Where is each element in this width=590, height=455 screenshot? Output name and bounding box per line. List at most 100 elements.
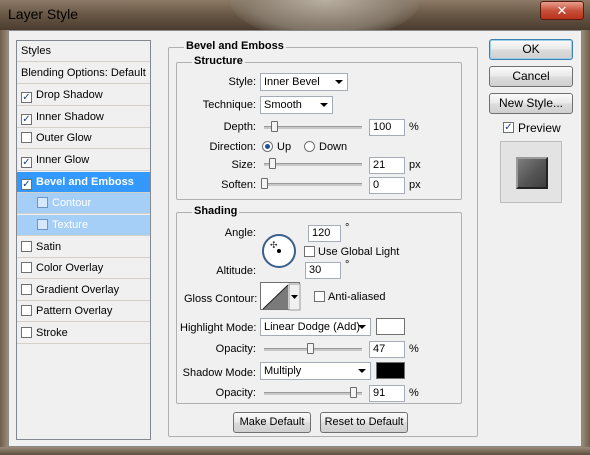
blending-options-item[interactable]: Blending Options: Default <box>17 63 150 84</box>
window-title: Layer Style <box>8 6 79 22</box>
style-item-label: Texture <box>52 219 89 231</box>
close-button[interactable]: ✕ <box>540 1 584 20</box>
use-global-light-label: Use Global Light <box>318 246 400 258</box>
outer-glow-checkbox[interactable] <box>21 132 32 143</box>
style-item-inner-shadow[interactable]: ✓ Inner Shadow <box>17 107 150 128</box>
color-overlay-checkbox[interactable] <box>21 262 32 273</box>
angle-input[interactable]: 120 <box>308 225 341 242</box>
technique-select[interactable]: Smooth <box>260 96 333 114</box>
bevel-and-emboss-checkbox[interactable]: ✓ <box>21 179 32 190</box>
anti-aliased-checkbox[interactable] <box>314 291 325 302</box>
highlight-mode-select[interactable]: Linear Dodge (Add) <box>260 318 371 336</box>
highlight-opacity-unit: % <box>409 343 419 355</box>
depth-slider[interactable] <box>264 126 362 129</box>
highlight-mode-label: Highlight Mode: <box>180 322 257 334</box>
preview-checkbox[interactable]: ✓ <box>503 122 514 133</box>
cancel-button[interactable]: Cancel <box>489 66 573 87</box>
gloss-contour-picker[interactable] <box>260 282 301 311</box>
highlight-opacity-label: Opacity: <box>215 343 256 355</box>
direction-up-label: Up <box>277 141 292 153</box>
soften-slider[interactable] <box>264 183 362 186</box>
stroke-checkbox[interactable] <box>21 327 32 338</box>
bevel-emboss-title: Bevel and Emboss <box>184 40 286 52</box>
altitude-label: Altitude: <box>216 265 256 277</box>
styles-header[interactable]: Styles <box>17 41 150 62</box>
style-item-texture[interactable]: Texture <box>17 215 150 236</box>
style-item-bevel-and-emboss[interactable]: ✓ Bevel and Emboss <box>17 172 150 193</box>
style-item-inner-glow[interactable]: ✓ Inner Glow <box>17 150 150 171</box>
style-item-label: Drop Shadow <box>36 89 103 101</box>
direction-down-label: Down <box>319 141 348 153</box>
style-select-value: Inner Bevel <box>264 76 320 88</box>
style-item-label: Gradient Overlay <box>36 284 120 296</box>
shadow-color-swatch[interactable] <box>376 362 405 379</box>
depth-unit: % <box>409 121 419 133</box>
style-item-contour[interactable]: Contour <box>17 193 150 214</box>
chevron-down-icon <box>320 103 328 107</box>
inner-shadow-checkbox[interactable]: ✓ <box>21 114 32 125</box>
title-bar-background <box>230 0 420 30</box>
style-item-stroke[interactable]: Stroke <box>17 323 150 344</box>
soften-slider-thumb[interactable] <box>261 178 268 189</box>
shadow-opacity-slider[interactable] <box>264 392 362 395</box>
close-icon: ✕ <box>556 3 568 18</box>
size-slider-thumb[interactable] <box>268 158 276 169</box>
shadow-mode-label: Shadow Mode: <box>182 367 256 379</box>
altitude-degree-unit: ° <box>345 259 350 271</box>
depth-slider-thumb[interactable] <box>270 121 278 132</box>
use-global-light-checkbox[interactable] <box>304 246 315 257</box>
make-default-button[interactable]: Make Default <box>233 412 311 433</box>
shadow-opacity-input[interactable]: 91 <box>369 385 405 402</box>
texture-checkbox[interactable] <box>37 219 48 230</box>
direction-up-radio[interactable] <box>262 141 273 152</box>
shadow-mode-value: Multiply <box>264 365 302 377</box>
angle-dial[interactable]: ✣ <box>262 234 296 268</box>
angle-label: Angle: <box>224 227 256 239</box>
gradient-overlay-checkbox[interactable] <box>21 284 32 295</box>
angle-dot <box>277 249 281 253</box>
depth-input[interactable]: 100 <box>369 119 405 136</box>
style-item-pattern-overlay[interactable]: Pattern Overlay <box>17 301 150 322</box>
chevron-down-icon <box>358 325 366 329</box>
style-select[interactable]: Inner Bevel <box>260 73 348 91</box>
direction-down-radio[interactable] <box>304 141 315 152</box>
drop-shadow-checkbox[interactable]: ✓ <box>21 92 32 103</box>
technique-select-value: Smooth <box>264 99 302 111</box>
inner-glow-checkbox[interactable]: ✓ <box>21 157 32 168</box>
shadow-opacity-slider-thumb[interactable] <box>350 387 358 398</box>
size-input[interactable]: 21 <box>369 157 405 174</box>
size-slider[interactable] <box>264 163 362 166</box>
contour-checkbox[interactable] <box>37 197 48 208</box>
highlight-opacity-slider-thumb[interactable] <box>307 343 315 354</box>
highlight-color-swatch[interactable] <box>376 318 405 335</box>
window-frame-right <box>582 30 590 455</box>
title-bar[interactable]: Layer Style ✕ <box>0 0 590 30</box>
satin-checkbox[interactable] <box>21 241 32 252</box>
structure-title: Structure <box>192 55 245 67</box>
shading-title: Shading <box>192 205 240 217</box>
style-item-gradient-overlay[interactable]: Gradient Overlay <box>17 280 150 301</box>
contour-curve-icon <box>262 283 301 311</box>
style-item-outer-glow[interactable]: Outer Glow <box>17 128 150 149</box>
soften-label: Soften: <box>221 179 256 191</box>
style-item-satin[interactable]: Satin <box>17 237 150 258</box>
chevron-down-icon <box>335 80 343 84</box>
style-item-color-overlay[interactable]: Color Overlay <box>17 258 150 279</box>
window-frame-left <box>0 30 8 455</box>
angle-degree-unit: ° <box>345 222 350 234</box>
new-style-button[interactable]: New Style... <box>489 93 573 114</box>
highlight-opacity-input[interactable]: 47 <box>369 341 405 358</box>
reset-to-default-button[interactable]: Reset to Default <box>320 412 408 433</box>
preview-label: Preview <box>518 121 561 135</box>
style-preview <box>500 141 562 203</box>
soften-input[interactable]: 0 <box>369 177 405 194</box>
style-item-drop-shadow[interactable]: ✓ Drop Shadow <box>17 85 150 106</box>
depth-label: Depth: <box>223 121 256 133</box>
styles-list: Styles Blending Options: Default ✓ Drop S… <box>16 40 151 440</box>
style-item-label: Inner Glow <box>36 154 90 166</box>
window-frame-bottom <box>0 447 590 455</box>
pattern-overlay-checkbox[interactable] <box>21 305 32 316</box>
altitude-input[interactable]: 30 <box>305 262 341 279</box>
shadow-mode-select[interactable]: Multiply <box>260 362 371 380</box>
ok-button[interactable]: OK <box>489 39 573 60</box>
